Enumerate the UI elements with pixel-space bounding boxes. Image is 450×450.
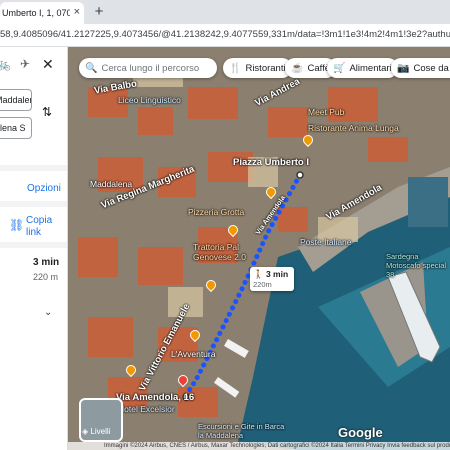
search-placeholder: Cerca lungo il percorso [101,62,200,74]
link-icon[interactable]: ⛓ [9,218,24,232]
url-text[interactable]: 58,9.4085096/41.2127225,9.4073456/@41.21… [0,29,450,40]
route-distance: 220 m [33,272,59,282]
duration-time: 🚶 3 min [253,269,291,280]
options-button[interactable]: Opzioni [27,183,61,194]
cup-icon: ☕ [291,62,304,74]
poi-label[interactable]: Hotel Excelsior [118,404,175,414]
chip-things-to-do[interactable]: 📷 Cose da fare [391,58,450,78]
directions-panel: 🚲 ✈ ✕ Maddalena ⇅ alena S Opzioni ⛓ Copi… [0,47,68,450]
copy-link-button[interactable]: Copia link [26,215,56,239]
flight-icon[interactable]: ✈ [20,57,30,71]
new-tab-button[interactable]: + [90,3,108,21]
origin-field[interactable]: Maddalena [0,89,32,111]
divider [0,201,67,207]
divider [0,165,67,171]
poi-label[interactable]: Poste Italiane [300,237,352,247]
satellite-map[interactable]: 🔍 Cerca lungo il percorso 🍴 Ristoranti ☕… [68,47,450,450]
duration-distance: 220m [253,280,272,289]
google-logo: Google [338,425,383,440]
chip-restaurants[interactable]: 🍴 Ristoranti [223,58,292,78]
walk-icon: 🚶 [253,269,264,279]
poi-label[interactable]: Meet Pub [308,107,344,117]
poi-label[interactable]: Maddalena [90,179,132,189]
search-icon: 🔍 [85,62,98,74]
chip-label: Ristoranti [245,62,286,74]
route-duration-card[interactable]: 🚶 3 min 220m [250,267,294,291]
close-icon[interactable]: ✕ [42,56,54,73]
tab-title: Umberto I, 1, 07024 [2,8,70,18]
chip-label: Cose da fare [413,62,450,74]
chevron-down-icon[interactable]: ⌄ [44,307,52,318]
fork-knife-icon: 🍴 [229,62,242,74]
camera-icon: 📷 [397,62,410,74]
divider [0,242,67,248]
chip-groceries[interactable]: 🛒 Alimentari [327,58,398,78]
bicycle-icon[interactable]: 🚲 [0,57,11,71]
browser-tab[interactable]: Umberto I, 1, 07024 × [0,2,84,24]
chip-label: Alimentari [349,62,392,74]
layers-label: ◈ Livelli [82,427,110,436]
duration-time-value: 3 min [265,269,289,279]
poi-label[interactable]: Sardegna Motoscafo special 38 [386,252,450,279]
search-along-route-input[interactable]: 🔍 Cerca lungo il percorso [79,58,217,78]
poi-label[interactable]: Liceo Linguistico [118,95,181,105]
destination-field[interactable]: alena S [0,117,32,139]
poi-label[interactable]: Pizzeria Grotta [188,207,244,217]
poi-label[interactable]: Ristorante Anima Lunga [308,123,399,133]
travel-mode-row: 🚲 ✈ [0,57,67,75]
browser-tab-strip: Umberto I, 1, 07024 × + [0,0,450,24]
cart-icon: 🛒 [333,62,346,74]
street-label: Piazza Umberto I [233,157,310,168]
swap-icon[interactable]: ⇅ [42,105,52,119]
route-time: 3 min [33,257,60,268]
map-attribution: Immagini ©2024 Airbus, CNES / Airbus, Ma… [68,442,450,450]
street-label: Via Amendola, 16 [116,392,195,403]
layers-text: Livelli [90,427,111,436]
poi-label[interactable]: L'Avventura [171,349,215,359]
poi-label[interactable]: Trattoria Pal Genovese 2.0 [193,242,253,262]
close-icon[interactable]: × [74,6,80,18]
layers-icon: ◈ [82,427,89,436]
address-bar[interactable]: 58,9.4085096/41.2127225,9.4073456/@41.21… [0,24,450,47]
poi-label[interactable]: Escursioni e Gite in Barca la Maddalena [198,422,288,440]
